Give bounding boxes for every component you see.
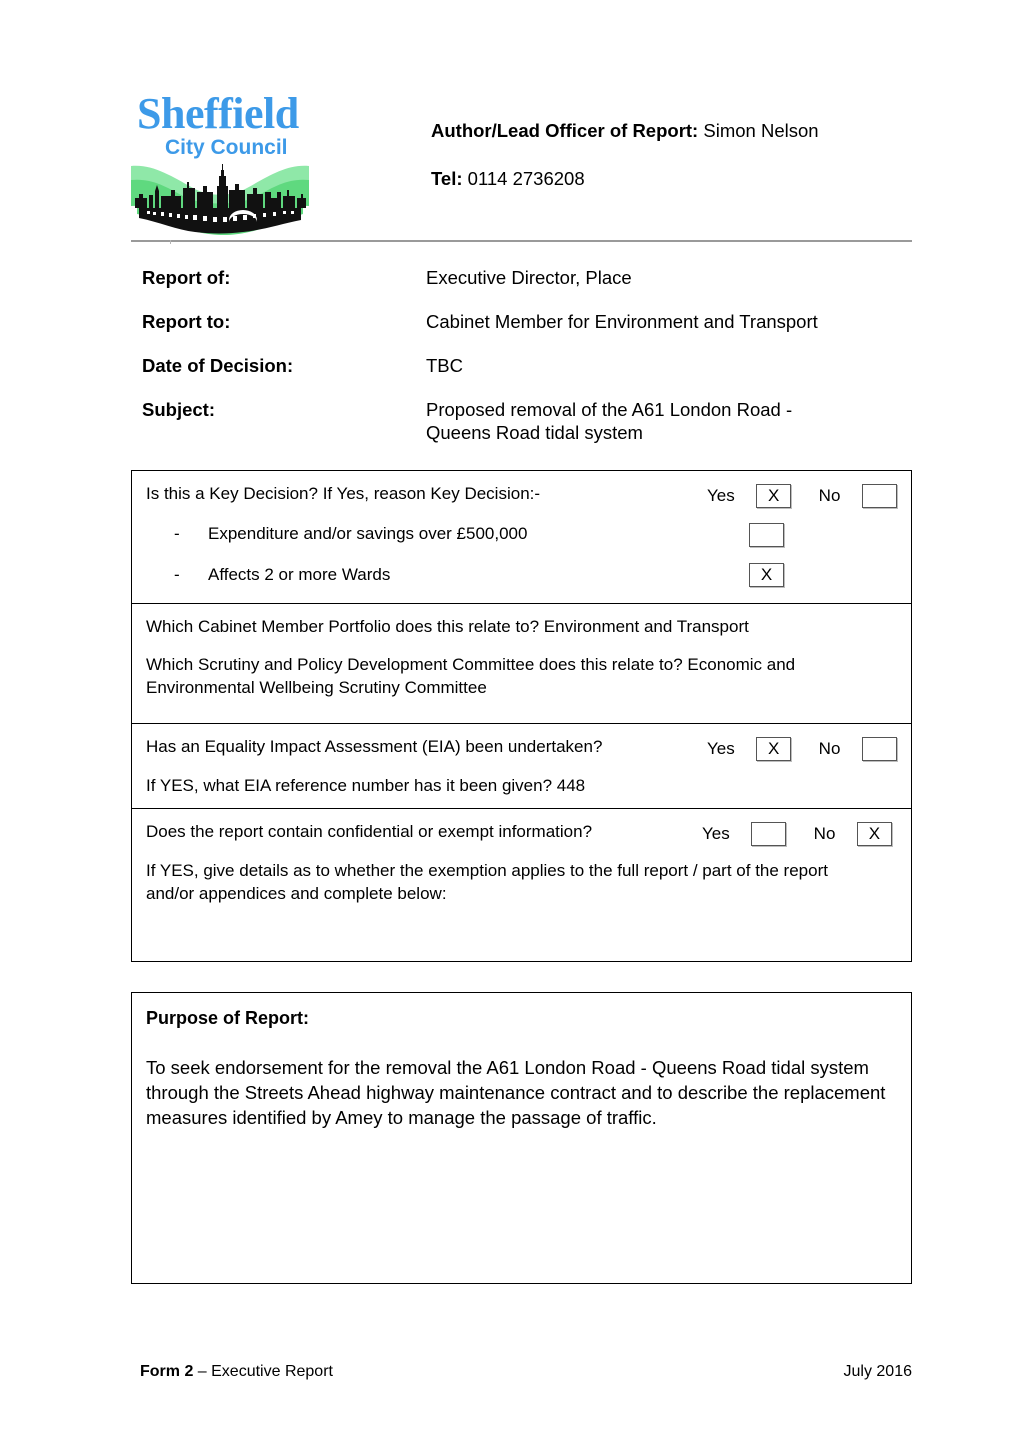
document-page: Sheffield City Council Author/Lead Offic… [0, 0, 1020, 1442]
reason-wards-checkbox[interactable]: X [749, 563, 784, 587]
key-decision-yesno: Yes X No [707, 483, 897, 508]
eia-yes-label: Yes [707, 738, 735, 758]
footer-date: July 2016 [843, 1363, 913, 1380]
confidential-yesno: Yes No X [702, 821, 892, 846]
sheffield-city-council-logo: Sheffield City Council [131, 88, 309, 236]
footer-form-label: Form 2 – Executive Report [140, 1362, 333, 1381]
tel-line: Tel: 0114 2736208 [431, 168, 912, 190]
decision-form-table: Is this a Key Decision? If Yes, reason K… [131, 470, 912, 962]
eia-reference-line: If YES, what EIA reference number has it… [146, 776, 586, 796]
bullet-text: Expenditure and/or savings over £500,000 [208, 524, 528, 544]
document-header: Sheffield City Council Author/Lead Offic… [131, 88, 912, 240]
tel-label: Tel: [431, 168, 463, 190]
meta-label: Date of Decision: [142, 355, 294, 376]
eia-no-label: No [818, 738, 841, 758]
meta-value: Executive Director, Place [426, 267, 632, 288]
eia-yesno: Yes X No [707, 736, 897, 761]
key-decision-yes-label: Yes [707, 485, 735, 505]
portfolio-line: Which Cabinet Member Portfolio does this… [146, 617, 749, 636]
meta-row-report-of: Report of: Executive Director, Place [142, 266, 912, 310]
form-row-eia: Has an Equality Impact Assessment (EIA) … [132, 724, 911, 809]
meta-row-date-of-decision: Date of Decision: TBC [142, 354, 912, 398]
key-decision-no-label: No [818, 485, 841, 505]
meta-label: Subject: [142, 399, 215, 420]
meta-label: Report of: [142, 267, 231, 288]
meta-value: TBC [426, 355, 463, 376]
confidential-no-checkbox[interactable]: X [856, 821, 892, 846]
eia-yes-checkbox[interactable]: X [756, 736, 792, 761]
header-divider-tick [170, 240, 171, 244]
form-row-key-decision: Is this a Key Decision? If Yes, reason K… [132, 471, 911, 604]
tel-value: 0114 2736208 [467, 168, 585, 190]
scrutiny-line: Which Scrutiny and Policy Development Co… [146, 655, 796, 697]
header-fields: Author/Lead Officer of Report: Simon Nel… [431, 120, 912, 216]
confidential-yes-checkbox[interactable] [751, 821, 787, 846]
meta-value: Cabinet Member for Environment and Trans… [426, 311, 818, 332]
footer-form-name: Form 2 [140, 1363, 194, 1380]
reason-expenditure-checkbox[interactable] [749, 523, 784, 547]
confidential-no-label: No [813, 823, 836, 843]
bullet-dash: - [174, 524, 180, 544]
confidential-yes-label: Yes [702, 823, 730, 843]
meta-row-report-to: Report to: Cabinet Member for Environmen… [142, 310, 912, 354]
logo-submark: City Council [165, 136, 288, 159]
footer-form-rest: – Executive Report [193, 1363, 333, 1380]
confidential-detail-line: If YES, give details as to whether the e… [146, 861, 828, 903]
skyline-hills-icon [131, 164, 309, 235]
form-row-portfolio: Which Cabinet Member Portfolio does this… [132, 604, 911, 724]
key-decision-yes-checkbox[interactable]: X [756, 483, 792, 508]
key-decision-reason-wards: - Affects 2 or more Wards [146, 564, 897, 586]
author-line: Author/Lead Officer of Report: Simon Nel… [431, 120, 912, 142]
key-decision-no-checkbox[interactable] [861, 483, 897, 508]
bullet-dash: - [174, 564, 180, 584]
author-label: Author/Lead Officer of Report: [431, 120, 699, 141]
meta-label: Report to: [142, 311, 231, 332]
report-meta-block: Report of: Executive Director, Place Rep… [142, 266, 912, 458]
eia-no-checkbox[interactable] [861, 736, 897, 761]
logo-wordmark: Sheffield [137, 89, 299, 138]
purpose-body: To seek endorsement for the removal the … [146, 1057, 886, 1128]
meta-value: Proposed removal of the A61 London Road … [426, 399, 793, 444]
meta-row-subject: Subject: Proposed removal of the A61 Lon… [142, 398, 912, 458]
purpose-title: Purpose of Report: [146, 1008, 310, 1028]
form-row-confidential: Does the report contain confidential or … [132, 809, 911, 961]
key-decision-reason-expenditure: - Expenditure and/or savings over £500,0… [146, 523, 897, 545]
purpose-of-report-box: Purpose of Report: To seek endorsement f… [131, 992, 912, 1284]
header-divider [131, 240, 912, 242]
bullet-text: Affects 2 or more Wards [208, 564, 391, 584]
author-value: Simon Nelson [703, 120, 819, 141]
